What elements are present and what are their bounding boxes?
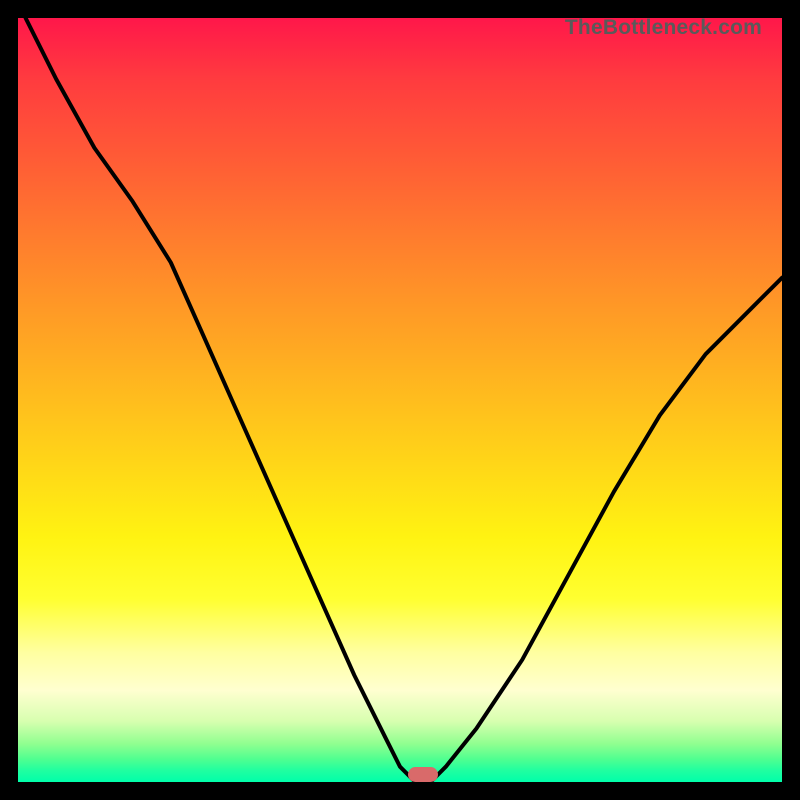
curve-svg bbox=[18, 18, 782, 782]
minimum-marker bbox=[408, 767, 439, 782]
chart-container: TheBottleneck.com bbox=[0, 0, 800, 800]
plot-area: TheBottleneck.com bbox=[18, 18, 782, 782]
bottleneck-curve bbox=[26, 18, 782, 782]
